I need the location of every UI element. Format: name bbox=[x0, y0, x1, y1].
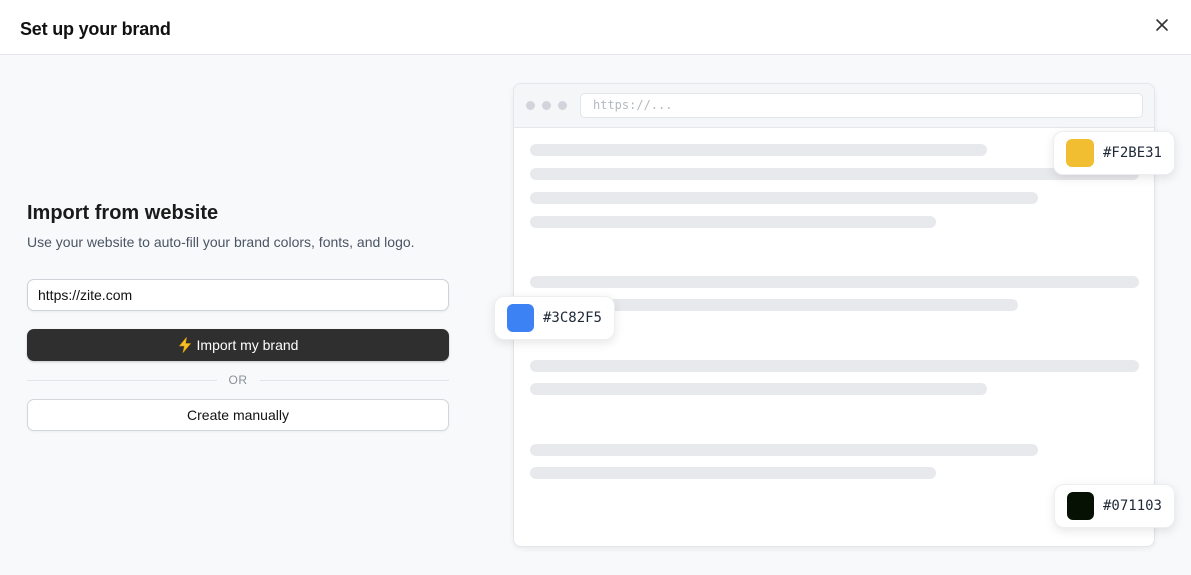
color-swatch-card-yellow: #F2BE31 bbox=[1053, 131, 1175, 175]
modal-title: Set up your brand bbox=[20, 19, 171, 39]
or-divider: OR bbox=[27, 372, 449, 388]
import-brand-label: Import my brand bbox=[196, 337, 299, 353]
skeleton-line bbox=[530, 144, 987, 156]
color-hex-label: #071103 bbox=[1102, 498, 1162, 514]
window-dot bbox=[542, 101, 551, 110]
modal-body: Import from website Use your website to … bbox=[0, 55, 1191, 575]
skeleton-line bbox=[530, 276, 1139, 288]
import-description: Use your website to auto-fill your brand… bbox=[27, 234, 415, 250]
color-swatch bbox=[507, 304, 534, 332]
window-dot bbox=[526, 101, 535, 110]
website-url-input[interactable] bbox=[27, 279, 449, 311]
create-manually-button[interactable]: Create manually bbox=[27, 399, 449, 431]
skeleton-line bbox=[530, 192, 1038, 204]
import-brand-button[interactable]: Import my brand bbox=[27, 329, 449, 361]
skeleton-line bbox=[530, 467, 936, 479]
divider-line-right bbox=[259, 379, 449, 381]
color-swatch bbox=[1067, 492, 1094, 520]
browser-toolbar: https://... bbox=[514, 84, 1154, 128]
skeleton-line bbox=[530, 168, 1139, 180]
close-button[interactable] bbox=[1151, 14, 1173, 36]
skeleton-line bbox=[530, 383, 987, 395]
address-bar: https://... bbox=[580, 93, 1143, 118]
import-title: Import from website bbox=[27, 202, 219, 224]
color-swatch-card-blue: #3C82F5 bbox=[494, 296, 615, 340]
brand-setup-modal: Set up your brand Import from website Us… bbox=[0, 0, 1191, 575]
skeleton-line bbox=[530, 360, 1139, 372]
color-swatch bbox=[1066, 139, 1094, 167]
color-hex-label: #3C82F5 bbox=[542, 310, 602, 326]
window-dot bbox=[558, 101, 567, 110]
color-swatch-card-black: #071103 bbox=[1054, 484, 1175, 528]
close-icon bbox=[1156, 19, 1168, 31]
lightning-bolt-icon bbox=[178, 337, 192, 353]
skeleton-line bbox=[530, 216, 936, 228]
modal-header: Set up your brand bbox=[0, 0, 1191, 55]
color-hex-label: #F2BE31 bbox=[1102, 145, 1162, 161]
skeleton-line bbox=[530, 444, 1038, 456]
divider-line-left bbox=[27, 379, 217, 381]
or-label: OR bbox=[228, 373, 248, 387]
